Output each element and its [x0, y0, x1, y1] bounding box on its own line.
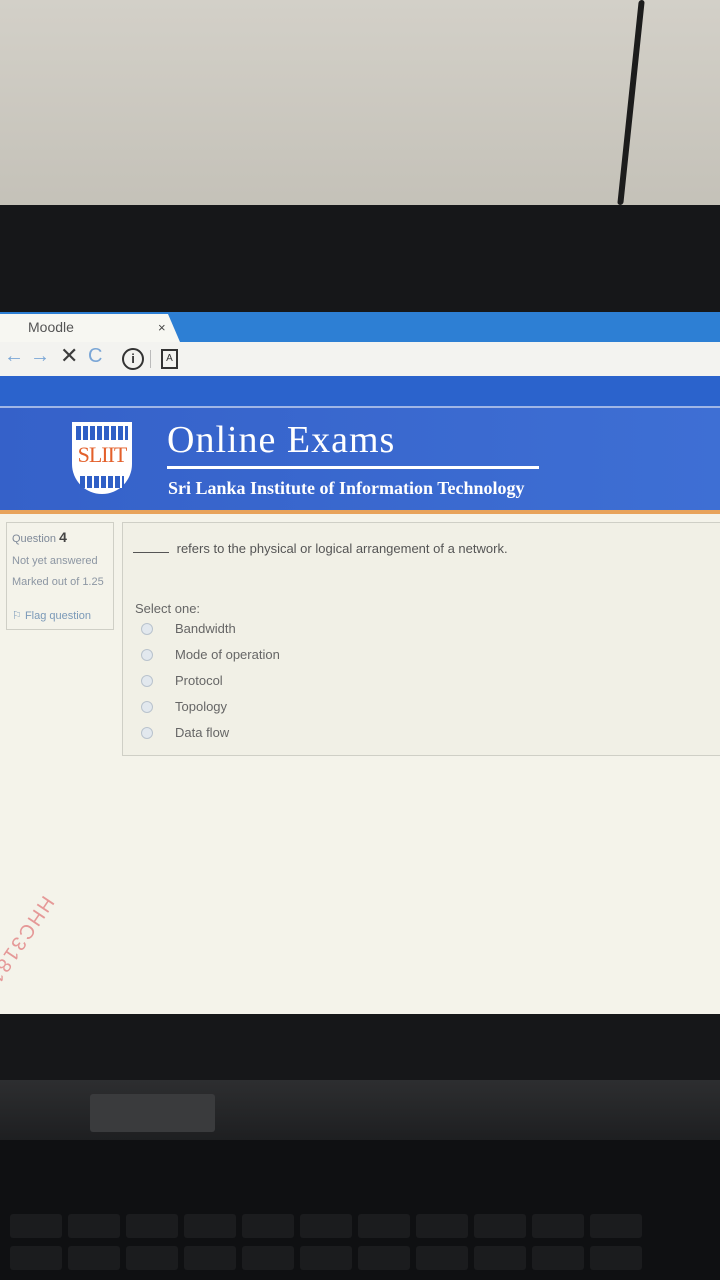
divider — [150, 350, 151, 368]
title-underline — [167, 466, 539, 469]
flag-question-link[interactable]: ⚐ Flag question — [12, 609, 91, 622]
address-bar: ← → ✕ C i A — [0, 342, 720, 377]
key — [184, 1214, 236, 1238]
key — [68, 1214, 120, 1238]
key — [474, 1246, 526, 1270]
answer-label[interactable]: Topology — [175, 699, 227, 714]
key — [126, 1246, 178, 1270]
info-icon[interactable]: i — [122, 348, 144, 370]
hinge-plate — [90, 1094, 215, 1132]
site-subtitle: Sri Lanka Institute of Information Techn… — [168, 478, 525, 498]
key — [300, 1246, 352, 1270]
answer-label[interactable]: Bandwidth — [175, 621, 236, 636]
answer-label[interactable]: Protocol — [175, 673, 223, 688]
key — [474, 1214, 526, 1238]
close-icon[interactable]: × — [158, 320, 166, 335]
reload-icon[interactable]: C — [88, 345, 102, 368]
key — [590, 1214, 642, 1238]
header-accent-line — [0, 510, 720, 514]
key — [590, 1246, 642, 1270]
watermark: HHC3181 2495 — [0, 891, 58, 1014]
tab-moodle[interactable]: Moodle × — [0, 314, 180, 342]
flag-icon: ⚐ — [12, 610, 22, 622]
back-arrow-icon[interactable]: ← — [4, 345, 24, 368]
top-strip — [0, 376, 720, 406]
question-number-value: 4 — [59, 529, 67, 545]
key — [532, 1246, 584, 1270]
question-formulation: refers to the physical or logical arrang… — [122, 522, 720, 756]
question-grade: Marked out of 1.25 — [12, 576, 104, 588]
key — [416, 1214, 468, 1238]
key — [358, 1246, 410, 1270]
question-label: Question — [12, 533, 57, 545]
key — [242, 1214, 294, 1238]
key — [300, 1214, 352, 1238]
key-row — [0, 1214, 720, 1240]
question-number: Question 4 — [12, 529, 67, 545]
radio-button[interactable] — [141, 675, 153, 687]
answer-label[interactable]: Data flow — [175, 725, 229, 740]
select-one-prompt: Select one: — [135, 601, 201, 616]
site-header: SLIIT Online Exams Sri Lanka Institute o… — [0, 406, 720, 514]
answer-blank — [133, 552, 169, 553]
key — [184, 1246, 236, 1270]
key — [416, 1246, 468, 1270]
sliit-logo: SLIIT — [72, 422, 132, 494]
key — [126, 1214, 178, 1238]
key — [10, 1214, 62, 1238]
site-title: Online Exams — [167, 419, 396, 461]
tab-title: Moodle — [28, 319, 74, 335]
key — [358, 1214, 410, 1238]
laptop-keyboard — [0, 1140, 720, 1280]
radio-button[interactable] — [141, 649, 153, 661]
browser-screen: Moodle × ← → ✕ C i A SLIIT Online Exams … — [0, 312, 720, 1014]
logo-grid-bottom — [80, 476, 124, 488]
answer-label[interactable]: Mode of operation — [175, 647, 280, 662]
question-text: refers to the physical or logical arrang… — [133, 541, 508, 556]
logo-text: SLIIT — [77, 442, 128, 467]
key — [10, 1246, 62, 1270]
flag-label: Flag question — [24, 610, 91, 622]
question-text-body: refers to the physical or logical arrang… — [176, 541, 508, 556]
forward-arrow-icon[interactable]: → — [30, 345, 50, 368]
radio-button[interactable] — [141, 701, 153, 713]
key — [68, 1246, 120, 1270]
radio-button[interactable] — [141, 623, 153, 635]
logo-grid-top — [76, 426, 128, 440]
page-icon[interactable]: A — [161, 349, 178, 369]
question-info-box: Question 4 Not yet answered Marked out o… — [6, 522, 114, 630]
key — [532, 1214, 584, 1238]
tab-bar: Moodle × — [0, 312, 720, 342]
radio-button[interactable] — [141, 727, 153, 739]
key-row — [0, 1246, 720, 1272]
stop-icon[interactable]: ✕ — [60, 343, 78, 369]
background-wall — [0, 0, 720, 210]
question-state: Not yet answered — [12, 555, 98, 567]
key — [242, 1246, 294, 1270]
